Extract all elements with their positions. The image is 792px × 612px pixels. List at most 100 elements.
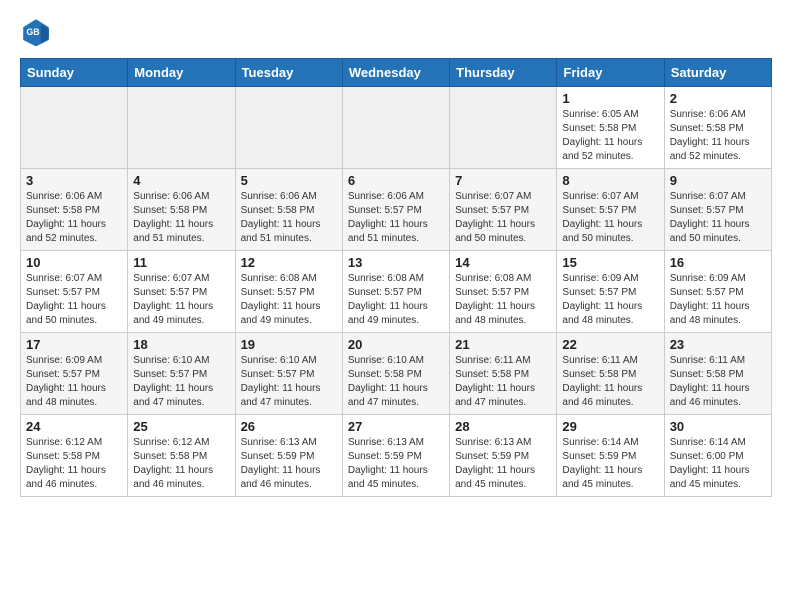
- day-number: 22: [562, 337, 658, 352]
- calendar-cell: 2 Sunrise: 6:06 AM Sunset: 5:58 PM Daylig…: [664, 87, 771, 169]
- cell-info: Sunrise: 6:11 AM Sunset: 5:58 PM Dayligh…: [670, 354, 766, 410]
- calendar-cell: 7 Sunrise: 6:07 AM Sunset: 5:57 PM Daylig…: [450, 169, 557, 251]
- day-number: 29: [562, 419, 658, 434]
- day-number: 26: [241, 419, 337, 434]
- day-number: 19: [241, 337, 337, 352]
- day-header-wednesday: Wednesday: [342, 59, 449, 87]
- day-number: 11: [133, 255, 229, 270]
- cell-info: Sunrise: 6:07 AM Sunset: 5:57 PM Dayligh…: [562, 190, 658, 246]
- cell-info: Sunrise: 6:11 AM Sunset: 5:58 PM Dayligh…: [455, 354, 551, 410]
- day-number: 25: [133, 419, 229, 434]
- cell-info: Sunrise: 6:14 AM Sunset: 6:00 PM Dayligh…: [670, 436, 766, 492]
- day-number: 7: [455, 173, 551, 188]
- cell-info: Sunrise: 6:10 AM Sunset: 5:57 PM Dayligh…: [241, 354, 337, 410]
- day-header-tuesday: Tuesday: [235, 59, 342, 87]
- calendar-cell: 15Sunrise: 6:09 AM Sunset: 5:57 PM Dayli…: [557, 251, 664, 333]
- cell-info: Sunrise: 6:08 AM Sunset: 5:57 PM Dayligh…: [455, 272, 551, 328]
- calendar-cell: 21 Sunrise: 6:11 AM Sunset: 5:58 PM Dayli…: [450, 333, 557, 415]
- day-number: 30: [670, 419, 766, 434]
- cell-info: Sunrise: 6:14 AM Sunset: 5:59 PM Dayligh…: [562, 436, 658, 492]
- day-number: 5: [241, 173, 337, 188]
- cell-info: Sunrise: 6:13 AM Sunset: 5:59 PM Dayligh…: [241, 436, 337, 492]
- day-number: 4: [133, 173, 229, 188]
- day-header-thursday: Thursday: [450, 59, 557, 87]
- day-number: 21: [455, 337, 551, 352]
- cell-info: Sunrise: 6:12 AM Sunset: 5:58 PM Dayligh…: [133, 436, 229, 492]
- day-number: 14: [455, 255, 551, 270]
- calendar-week-row: 3 Sunrise: 6:06 AM Sunset: 5:58 PM Daylig…: [21, 169, 772, 251]
- calendar-cell: 3 Sunrise: 6:06 AM Sunset: 5:58 PM Daylig…: [21, 169, 128, 251]
- calendar-cell: 1Sunrise: 6:05 AM Sunset: 5:58 PM Daylig…: [557, 87, 664, 169]
- calendar-week-row: 1Sunrise: 6:05 AM Sunset: 5:58 PM Daylig…: [21, 87, 772, 169]
- cell-info: Sunrise: 6:08 AM Sunset: 5:57 PM Dayligh…: [348, 272, 444, 328]
- day-number: 24: [26, 419, 122, 434]
- calendar-cell: 4 Sunrise: 6:06 AM Sunset: 5:58 PM Daylig…: [128, 169, 235, 251]
- calendar-cell: 29 Sunrise: 6:14 AM Sunset: 5:59 PM Dayli…: [557, 415, 664, 497]
- calendar-cell: [450, 87, 557, 169]
- calendar-cell: 18Sunrise: 6:10 AM Sunset: 5:57 PM Dayli…: [128, 333, 235, 415]
- calendar-cell: 6 Sunrise: 6:06 AM Sunset: 5:57 PM Daylig…: [342, 169, 449, 251]
- calendar-cell: 12Sunrise: 6:08 AM Sunset: 5:57 PM Dayli…: [235, 251, 342, 333]
- day-number: 17: [26, 337, 122, 352]
- cell-info: Sunrise: 6:06 AM Sunset: 5:58 PM Dayligh…: [241, 190, 337, 246]
- calendar-cell: 10 Sunrise: 6:07 AM Sunset: 5:57 PM Dayli…: [21, 251, 128, 333]
- calendar-cell: 11Sunrise: 6:07 AM Sunset: 5:57 PM Dayli…: [128, 251, 235, 333]
- cell-info: Sunrise: 6:09 AM Sunset: 5:57 PM Dayligh…: [26, 354, 122, 410]
- cell-info: Sunrise: 6:06 AM Sunset: 5:58 PM Dayligh…: [26, 190, 122, 246]
- calendar-week-row: 24 Sunrise: 6:12 AM Sunset: 5:58 PM Dayli…: [21, 415, 772, 497]
- cell-info: Sunrise: 6:08 AM Sunset: 5:57 PM Dayligh…: [241, 272, 337, 328]
- cell-info: Sunrise: 6:12 AM Sunset: 5:58 PM Dayligh…: [26, 436, 122, 492]
- day-number: 18: [133, 337, 229, 352]
- calendar-cell: 28Sunrise: 6:13 AM Sunset: 5:59 PM Dayli…: [450, 415, 557, 497]
- cell-info: Sunrise: 6:06 AM Sunset: 5:57 PM Dayligh…: [348, 190, 444, 246]
- day-header-sunday: Sunday: [21, 59, 128, 87]
- calendar-cell: 5 Sunrise: 6:06 AM Sunset: 5:58 PM Daylig…: [235, 169, 342, 251]
- calendar-cell: [21, 87, 128, 169]
- calendar-week-row: 17 Sunrise: 6:09 AM Sunset: 5:57 PM Dayli…: [21, 333, 772, 415]
- calendar-cell: 16 Sunrise: 6:09 AM Sunset: 5:57 PM Dayli…: [664, 251, 771, 333]
- calendar-cell: [342, 87, 449, 169]
- cell-info: Sunrise: 6:06 AM Sunset: 5:58 PM Dayligh…: [670, 108, 766, 164]
- day-number: 6: [348, 173, 444, 188]
- day-number: 16: [670, 255, 766, 270]
- calendar-cell: [235, 87, 342, 169]
- calendar-cell: 27Sunrise: 6:13 AM Sunset: 5:59 PM Dayli…: [342, 415, 449, 497]
- calendar-cell: 9Sunrise: 6:07 AM Sunset: 5:57 PM Daylig…: [664, 169, 771, 251]
- logo-icon: GB: [20, 16, 52, 48]
- calendar-cell: 14 Sunrise: 6:08 AM Sunset: 5:57 PM Dayli…: [450, 251, 557, 333]
- day-header-monday: Monday: [128, 59, 235, 87]
- day-number: 3: [26, 173, 122, 188]
- cell-info: Sunrise: 6:11 AM Sunset: 5:58 PM Dayligh…: [562, 354, 658, 410]
- cell-info: Sunrise: 6:07 AM Sunset: 5:57 PM Dayligh…: [26, 272, 122, 328]
- calendar-cell: 24 Sunrise: 6:12 AM Sunset: 5:58 PM Dayli…: [21, 415, 128, 497]
- calendar-cell: 17 Sunrise: 6:09 AM Sunset: 5:57 PM Dayli…: [21, 333, 128, 415]
- cell-info: Sunrise: 6:06 AM Sunset: 5:58 PM Dayligh…: [133, 190, 229, 246]
- calendar-cell: 30 Sunrise: 6:14 AM Sunset: 6:00 PM Dayli…: [664, 415, 771, 497]
- calendar-cell: 13 Sunrise: 6:08 AM Sunset: 5:57 PM Dayli…: [342, 251, 449, 333]
- day-number: 8: [562, 173, 658, 188]
- cell-info: Sunrise: 6:07 AM Sunset: 5:57 PM Dayligh…: [455, 190, 551, 246]
- cell-info: Sunrise: 6:10 AM Sunset: 5:58 PM Dayligh…: [348, 354, 444, 410]
- header: GB: [20, 16, 772, 48]
- svg-text:GB: GB: [26, 27, 39, 37]
- calendar-header-row: SundayMondayTuesdayWednesdayThursdayFrid…: [21, 59, 772, 87]
- cell-info: Sunrise: 6:05 AM Sunset: 5:58 PM Dayligh…: [562, 108, 658, 164]
- day-header-saturday: Saturday: [664, 59, 771, 87]
- day-number: 23: [670, 337, 766, 352]
- day-number: 10: [26, 255, 122, 270]
- cell-info: Sunrise: 6:07 AM Sunset: 5:57 PM Dayligh…: [670, 190, 766, 246]
- calendar-cell: 23 Sunrise: 6:11 AM Sunset: 5:58 PM Dayli…: [664, 333, 771, 415]
- calendar-cell: 26 Sunrise: 6:13 AM Sunset: 5:59 PM Dayli…: [235, 415, 342, 497]
- calendar-cell: 8 Sunrise: 6:07 AM Sunset: 5:57 PM Daylig…: [557, 169, 664, 251]
- calendar-cell: 25 Sunrise: 6:12 AM Sunset: 5:58 PM Dayli…: [128, 415, 235, 497]
- calendar-cell: 20 Sunrise: 6:10 AM Sunset: 5:58 PM Dayli…: [342, 333, 449, 415]
- day-number: 2: [670, 91, 766, 106]
- day-number: 28: [455, 419, 551, 434]
- cell-info: Sunrise: 6:09 AM Sunset: 5:57 PM Dayligh…: [670, 272, 766, 328]
- day-number: 27: [348, 419, 444, 434]
- day-header-friday: Friday: [557, 59, 664, 87]
- cell-info: Sunrise: 6:09 AM Sunset: 5:57 PM Dayligh…: [562, 272, 658, 328]
- day-number: 20: [348, 337, 444, 352]
- calendar-cell: 22 Sunrise: 6:11 AM Sunset: 5:58 PM Dayli…: [557, 333, 664, 415]
- day-number: 13: [348, 255, 444, 270]
